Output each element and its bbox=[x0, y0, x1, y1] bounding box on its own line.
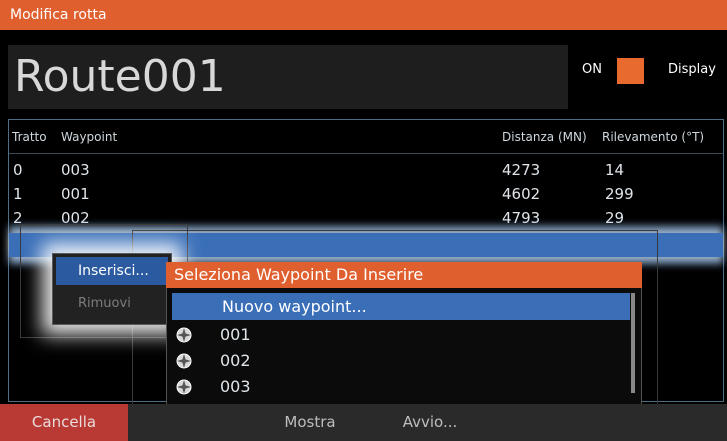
header-waypoint: Waypoint bbox=[61, 130, 118, 144]
display-label: Display bbox=[668, 62, 716, 77]
waypoint-list[interactable]: Nuovo waypoint... 001 002 003 bbox=[172, 293, 634, 410]
display-toggle[interactable] bbox=[617, 58, 644, 84]
show-button[interactable]: Mostra bbox=[250, 404, 370, 441]
waypoint-cell: 001 bbox=[61, 185, 90, 203]
cancel-button[interactable]: Cancella bbox=[0, 404, 128, 441]
header-bearing: Rilevamento (°T) bbox=[602, 130, 705, 144]
list-item[interactable]: 001 bbox=[172, 322, 632, 348]
distance-cell: 4273 bbox=[502, 161, 541, 179]
distance-cell: 4602 bbox=[502, 185, 541, 203]
toggle-state-label: ON bbox=[582, 62, 602, 77]
header-distance: Distanza (MN) bbox=[502, 130, 587, 144]
waypoint-cell: 003 bbox=[61, 161, 90, 179]
waypoint-label: 002 bbox=[220, 351, 251, 370]
bearing-cell: 14 bbox=[605, 161, 625, 179]
waypoint-marker-icon bbox=[176, 379, 192, 395]
list-item[interactable]: 003 bbox=[172, 374, 632, 400]
start-button[interactable]: Avvio... bbox=[370, 404, 490, 441]
list-scrollbar[interactable] bbox=[631, 293, 635, 393]
header-leg: Tratto bbox=[12, 130, 47, 144]
bearing-cell: 29 bbox=[605, 209, 625, 227]
leg-cell: 0 bbox=[13, 161, 23, 179]
route-name-field[interactable]: Route001 bbox=[8, 45, 568, 109]
window-title: Modifica rotta bbox=[0, 0, 727, 30]
bearing-cell: 299 bbox=[605, 185, 634, 203]
leg-cell: 1 bbox=[13, 185, 23, 203]
distance-cell: 4793 bbox=[502, 209, 541, 227]
list-item[interactable]: 002 bbox=[172, 348, 632, 374]
remove-menu-item[interactable]: Rimuovi bbox=[78, 296, 131, 311]
insert-menu-item[interactable]: Inserisci... bbox=[56, 257, 168, 285]
dialog-title: Seleziona Waypoint Da Inserire bbox=[166, 262, 642, 288]
waypoint-marker-icon bbox=[176, 327, 192, 343]
waypoint-label: 001 bbox=[220, 325, 251, 344]
waypoint-label: 003 bbox=[220, 377, 251, 396]
header-divider bbox=[9, 153, 723, 154]
new-waypoint-option[interactable]: Nuovo waypoint... bbox=[172, 293, 630, 320]
waypoint-marker-icon bbox=[176, 353, 192, 369]
